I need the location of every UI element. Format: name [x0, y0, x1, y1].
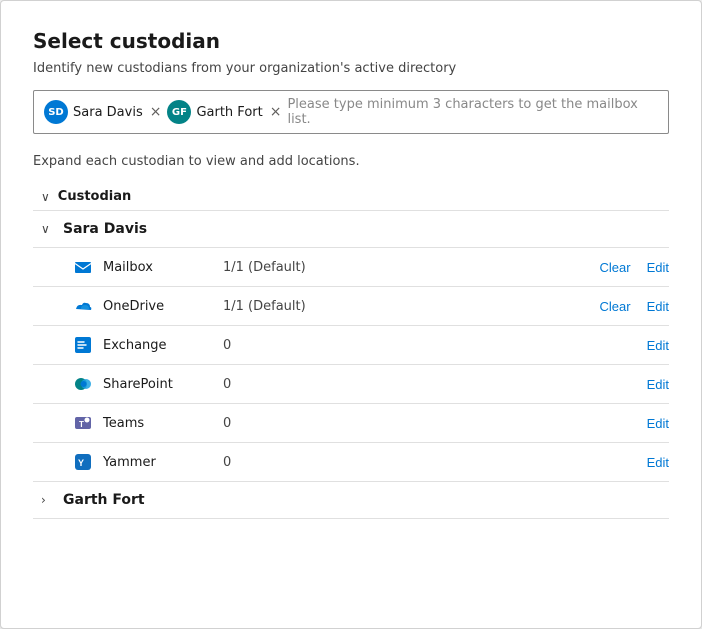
loc-name-sharepoint: SharePoint: [103, 377, 213, 392]
loc-icon-exchange: [73, 335, 93, 355]
loc-actions-teams: Edit: [595, 416, 669, 431]
column-header-row: ∨ Custodian: [33, 183, 669, 211]
edit-button-sara-davis-yammer[interactable]: Edit: [647, 455, 669, 470]
tag-sara-davis: SD Sara Davis ×: [44, 100, 161, 124]
location-row-sara-davis-exchange: Exchange 0 Edit: [33, 326, 669, 365]
custodian-name-garth-fort: Garth Fort: [63, 492, 145, 508]
svg-text:T: T: [79, 420, 84, 429]
location-row-sara-davis-onedrive: OneDrive 1/1 (Default) Clear Edit: [33, 287, 669, 326]
svg-text:Y: Y: [78, 458, 84, 468]
custodian-chevron-garth-fort: ›: [41, 493, 55, 507]
loc-icon-yammer: Y: [73, 452, 93, 472]
location-row-sara-davis-sharepoint: SharePoint 0 Edit: [33, 365, 669, 404]
edit-button-sara-davis-exchange[interactable]: Edit: [647, 338, 669, 353]
search-placeholder: Please type minimum 3 characters to get …: [287, 97, 658, 127]
loc-actions-exchange: Edit: [595, 338, 669, 353]
edit-button-sara-davis-onedrive[interactable]: Edit: [647, 299, 669, 314]
loc-status-teams: 0: [223, 416, 585, 431]
loc-status-yammer: 0: [223, 455, 585, 470]
edit-button-sara-davis-sharepoint[interactable]: Edit: [647, 377, 669, 392]
dialog-title: Select custodian: [33, 29, 669, 53]
avatar-garth-fort: GF: [167, 100, 191, 124]
edit-button-sara-davis-mailbox[interactable]: Edit: [647, 260, 669, 275]
loc-status-mailbox: 1/1 (Default): [223, 260, 590, 275]
loc-icon-mailbox: [73, 257, 93, 277]
loc-actions-sharepoint: Edit: [595, 377, 669, 392]
custodians-container: ∨ Sara Davis Mailbox 1/1 (Default) Clear…: [33, 211, 669, 519]
loc-actions-mailbox: Clear Edit: [600, 260, 669, 275]
instruction-text: Expand each custodian to view and add lo…: [33, 154, 669, 169]
location-row-sara-davis-yammer: Y Yammer 0 Edit: [33, 443, 669, 482]
edit-button-sara-davis-teams[interactable]: Edit: [647, 416, 669, 431]
tag-close-garth-fort[interactable]: ×: [270, 105, 282, 119]
tag-close-sara-davis[interactable]: ×: [150, 105, 162, 119]
custodian-chevron-sara-davis: ∨: [41, 222, 55, 236]
location-row-sara-davis-mailbox: Mailbox 1/1 (Default) Clear Edit: [33, 248, 669, 287]
loc-name-mailbox: Mailbox: [103, 260, 213, 275]
column-header-label: Custodian: [58, 189, 131, 204]
custodian-row-sara-davis[interactable]: ∨ Sara Davis: [33, 211, 669, 248]
loc-status-onedrive: 1/1 (Default): [223, 299, 590, 314]
custodian-name-sara-davis: Sara Davis: [63, 221, 147, 237]
tag-garth-fort: GF Garth Fort ×: [167, 100, 281, 124]
custodian-search-box[interactable]: SD Sara Davis × GF Garth Fort × Please t…: [33, 90, 669, 134]
tag-name-garth-fort: Garth Fort: [196, 105, 262, 120]
loc-status-exchange: 0: [223, 338, 585, 353]
custodian-row-garth-fort[interactable]: › Garth Fort: [33, 482, 669, 519]
clear-button-sara-davis-mailbox[interactable]: Clear: [600, 260, 631, 275]
tag-name-sara-davis: Sara Davis: [73, 105, 143, 120]
loc-name-exchange: Exchange: [103, 338, 213, 353]
loc-icon-sharepoint: [73, 374, 93, 394]
clear-button-sara-davis-onedrive[interactable]: Clear: [600, 299, 631, 314]
loc-name-yammer: Yammer: [103, 455, 213, 470]
loc-actions-onedrive: Clear Edit: [600, 299, 669, 314]
column-header-chevron-icon: ∨: [41, 190, 50, 204]
loc-name-onedrive: OneDrive: [103, 299, 213, 314]
avatar-sara-davis: SD: [44, 100, 68, 124]
loc-actions-yammer: Edit: [595, 455, 669, 470]
loc-icon-teams: T: [73, 413, 93, 433]
loc-name-teams: Teams: [103, 416, 213, 431]
loc-icon-onedrive: [73, 296, 93, 316]
loc-status-sharepoint: 0: [223, 377, 585, 392]
select-custodian-dialog: Select custodian Identify new custodians…: [0, 0, 702, 629]
dialog-subtitle: Identify new custodians from your organi…: [33, 61, 669, 76]
location-row-sara-davis-teams: T Teams 0 Edit: [33, 404, 669, 443]
custodian-table: ∨ Custodian ∨ Sara Davis Mailbox 1/1 (De…: [33, 183, 669, 519]
